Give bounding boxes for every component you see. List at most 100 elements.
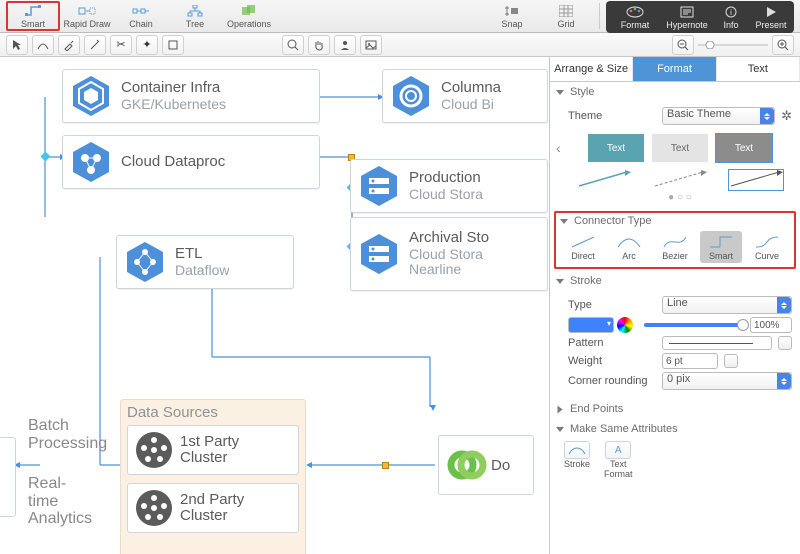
connector-type-section: Connector Type Direct Arc Bezier Smart C… xyxy=(554,211,796,269)
smart-label: Smart xyxy=(21,19,45,29)
wand2-tool[interactable]: ✦ xyxy=(136,35,158,55)
weight-input[interactable]: 6 pt xyxy=(662,353,718,369)
tab-arrange[interactable]: Arrange & Size xyxy=(550,57,633,81)
makesame-section-header[interactable]: Make Same Attributes xyxy=(550,419,800,439)
inspector-panel: Arrange & Size Format Text Style Theme B… xyxy=(550,57,800,554)
tree-button[interactable]: Tree xyxy=(168,1,222,31)
tab-text[interactable]: Text xyxy=(717,57,800,81)
theme-label: Theme xyxy=(568,110,656,122)
wand-tool[interactable] xyxy=(84,35,106,55)
person-tool[interactable] xyxy=(334,35,356,55)
grid-button[interactable]: Grid xyxy=(539,1,593,31)
chain-icon xyxy=(132,4,150,18)
crop-tool[interactable] xyxy=(162,35,184,55)
stroke-type-select[interactable]: Line xyxy=(662,296,792,314)
line-style-dashed[interactable] xyxy=(653,170,707,190)
zoom-tool[interactable] xyxy=(282,35,304,55)
operations-button[interactable]: Operations xyxy=(222,1,276,31)
snap-button[interactable]: Snap xyxy=(485,1,539,31)
style-section-header[interactable]: Style xyxy=(550,82,800,102)
node-pubsub-partial[interactable]: d Sub xyxy=(0,437,16,517)
snap-icon xyxy=(503,4,521,18)
cluster-1[interactable]: 1st Party Cluster xyxy=(127,425,299,475)
pointer-tool[interactable] xyxy=(6,35,28,55)
image-tool[interactable] xyxy=(360,35,382,55)
tree-label: Tree xyxy=(186,19,204,29)
theme-swatch[interactable]: Text xyxy=(588,134,644,162)
realtime-label: Real- time Analytics xyxy=(28,475,92,528)
node-dataproc[interactable]: Cloud Dataproc xyxy=(62,135,320,189)
line-style-solid[interactable] xyxy=(577,170,631,190)
endpoints-section-header[interactable]: End Points xyxy=(550,399,800,419)
pattern-select[interactable] xyxy=(662,336,772,350)
format-label: Format xyxy=(621,20,650,30)
present-button[interactable]: Present xyxy=(750,2,792,32)
smart-button[interactable]: Smart xyxy=(6,1,60,31)
weight-label: Weight xyxy=(568,355,656,367)
doubleclick-icon xyxy=(447,445,487,485)
node-title: Cloud Dataproc xyxy=(121,154,225,171)
opacity-slider[interactable] xyxy=(644,323,744,327)
rapiddraw-button[interactable]: Rapid Draw xyxy=(60,1,114,31)
pattern-stepper[interactable] xyxy=(778,336,792,350)
connector-smart[interactable]: Smart xyxy=(700,231,742,263)
tab-format[interactable]: Format xyxy=(633,57,716,81)
zoom-slider[interactable] xyxy=(698,41,768,49)
node-production[interactable]: Production Cloud Stora xyxy=(350,159,548,213)
batch-label: Batch Processing xyxy=(28,417,107,452)
theme-swatch[interactable]: Text xyxy=(652,134,708,162)
pager-dots[interactable]: ● ○ ○ xyxy=(568,192,792,203)
main-toolbar: Smart Rapid Draw Chain Tree Operations S… xyxy=(0,0,800,33)
colorwheel-icon[interactable] xyxy=(617,317,633,333)
node-etl[interactable]: ETL Dataflow xyxy=(116,235,294,289)
theme-select[interactable]: Basic Theme xyxy=(662,107,775,125)
info-button[interactable]: i Info xyxy=(712,2,750,32)
chevron-left-icon[interactable]: ‹ xyxy=(556,140,561,156)
node-container-infra[interactable]: Container Infra GKE/Kubernetes xyxy=(62,69,320,123)
connector-curve[interactable]: Curve xyxy=(746,231,788,263)
snap-label: Snap xyxy=(501,19,522,29)
chain-button[interactable]: Chain xyxy=(114,1,168,31)
node-archival[interactable]: Archival Sto Cloud Stora Nearline xyxy=(350,217,548,291)
node-columnar[interactable]: Columna Cloud Bi xyxy=(382,69,548,123)
curve-tool[interactable] xyxy=(32,35,54,55)
node-doubleclick[interactable]: Do xyxy=(438,435,534,495)
hypernote-label: Hypernote xyxy=(666,20,708,30)
hypernote-button[interactable]: Hypernote xyxy=(662,2,712,32)
stroke-color-select[interactable]: ▾ xyxy=(568,317,614,333)
connector-arc[interactable]: Arc xyxy=(608,231,650,263)
format-icon xyxy=(626,5,644,19)
connector-bezier[interactable]: Bezier xyxy=(654,231,696,263)
svg-text:i: i xyxy=(730,8,732,17)
makesame-text[interactable]: AText Format xyxy=(604,441,633,479)
corner-select[interactable]: 0 pix xyxy=(662,372,792,390)
data-sources-container[interactable]: Data Sources 1st Party Cluster 2nd Party… xyxy=(120,399,306,554)
dataproc-icon xyxy=(69,140,113,184)
node-title: Columna xyxy=(441,80,501,97)
operations-label: Operations xyxy=(227,19,271,29)
smart-icon xyxy=(24,4,42,18)
stroke-section-header[interactable]: Stroke xyxy=(550,271,800,291)
weight-stepper[interactable] xyxy=(724,354,738,368)
eyedropper-tool[interactable] xyxy=(58,35,80,55)
zoom-in-button[interactable] xyxy=(772,35,794,55)
cluster-2[interactable]: 2nd Party Cluster xyxy=(127,483,299,533)
format-button[interactable]: Format xyxy=(608,2,662,32)
zoom-out-button[interactable] xyxy=(672,35,694,55)
secondary-toolbar: ✂ ✦ xyxy=(0,33,800,57)
line-style-thin[interactable] xyxy=(729,170,783,190)
node-subtitle2: Nearline xyxy=(409,262,489,277)
bigquery-icon xyxy=(389,74,433,118)
makesame-stroke[interactable]: Stroke xyxy=(564,441,590,479)
hand-tool[interactable] xyxy=(308,35,330,55)
theme-swatch[interactable]: Text xyxy=(716,134,772,162)
selection-way-point[interactable] xyxy=(382,462,389,469)
corner-label: Corner rounding xyxy=(568,375,656,387)
cut-tool[interactable]: ✂ xyxy=(110,35,132,55)
opacity-value[interactable]: 100% xyxy=(750,317,792,333)
data-sources-title: Data Sources xyxy=(127,404,299,421)
connector-direct[interactable]: Direct xyxy=(562,231,604,263)
gear-icon[interactable]: ✲ xyxy=(781,108,792,124)
node-subtitle: Cloud Stora xyxy=(409,247,489,262)
canvas[interactable]: Container Infra GKE/Kubernetes Columna C… xyxy=(0,57,550,554)
